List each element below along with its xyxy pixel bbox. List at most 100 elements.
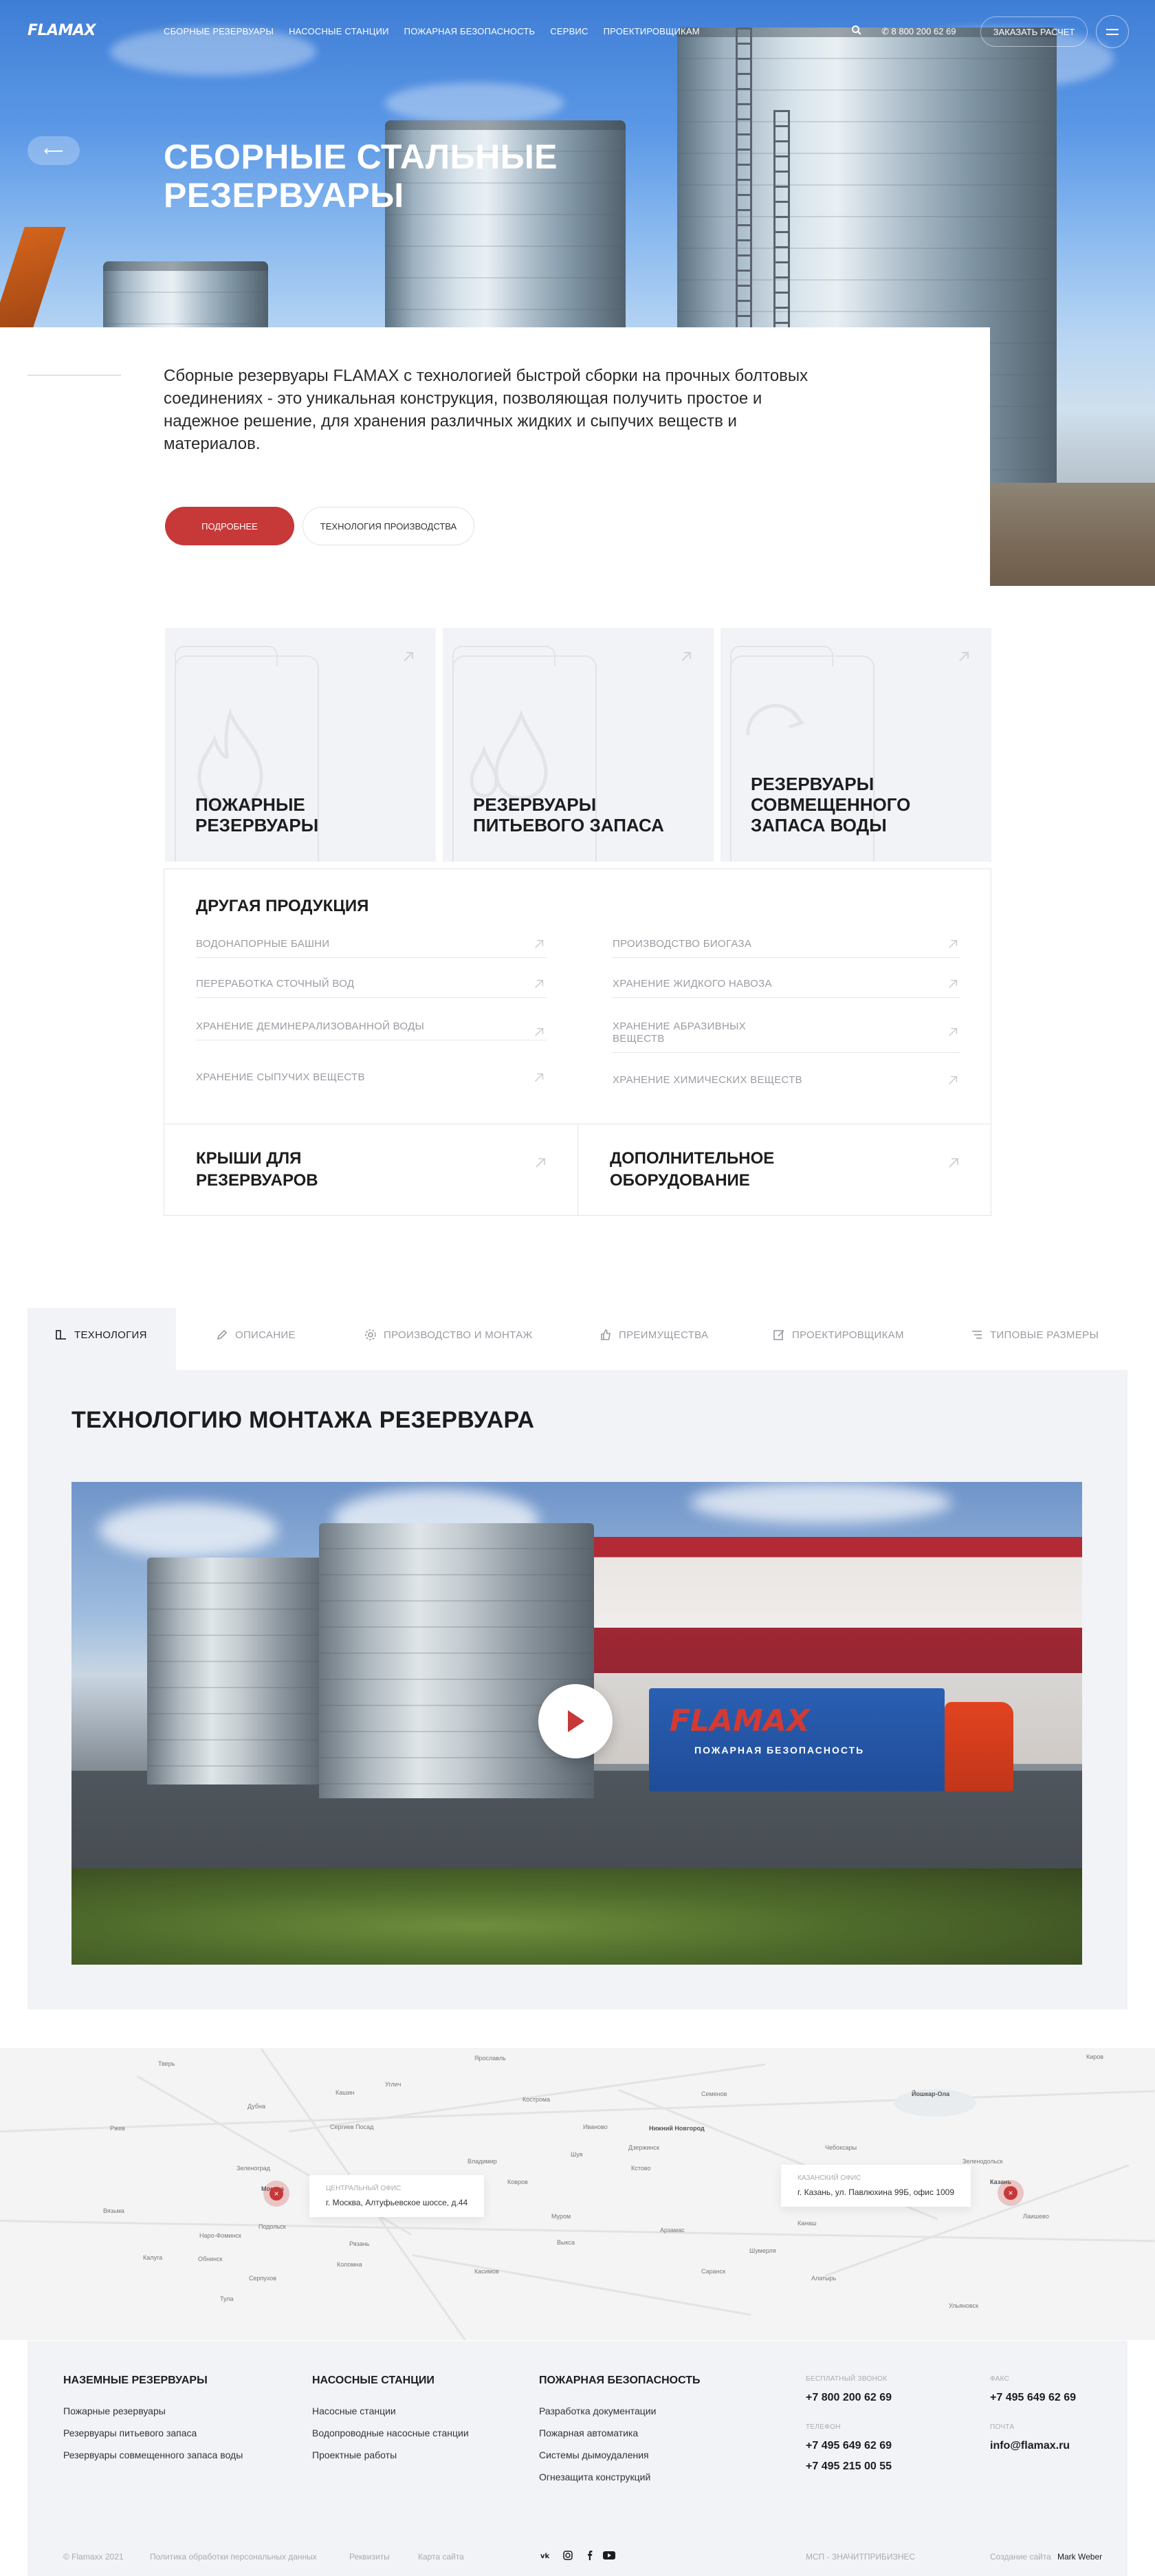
map-pin-kazan[interactable]: × [998, 2180, 1024, 2206]
production-technology-button[interactable]: ТЕХНОЛОГИЯ ПРОИЗВОДСТВА [302, 507, 474, 545]
nav-link-tanks[interactable]: СБОРНЫЕ РЕЗЕРВУАРЫ [164, 26, 274, 36]
map-city-label: Рязань [349, 2240, 370, 2247]
header-phone[interactable]: ✆ 8 800 200 62 69 [881, 26, 956, 37]
footer-link[interactable]: Огнезащита конструкций [539, 2471, 650, 2482]
map-city-label: Шуя [571, 2151, 583, 2158]
other-item-demineralized-water[interactable]: ХРАНЕНИЕ ДЕМИНЕРАЛИЗОВАННОЙ ВОДЫ [196, 1020, 547, 1040]
order-calculation-button[interactable]: ЗАКАЗАТЬ РАСЧЕТ [980, 17, 1088, 47]
phone-label: ТЕЛЕФОН [806, 2423, 841, 2431]
product-card-fire[interactable]: ПОЖАРНЫЕ РЕЗЕРВУАРЫ [165, 628, 436, 862]
free-call-phone[interactable]: +7 800 200 62 69 [806, 2392, 892, 2404]
header-phone-number: 8 800 200 62 69 [891, 26, 956, 36]
nav-link-designers[interactable]: ПРОЕКТИРОВЩИКАМ [604, 26, 700, 36]
other-item-bulk-storage[interactable]: ХРАНЕНИЕ СЫПУЧИХ ВЕЩЕСТВ [196, 1071, 547, 1091]
logo[interactable]: FLAMAX [28, 22, 96, 39]
tab-advantages[interactable]: ПРЕИМУЩЕСТВА [600, 1329, 708, 1341]
sitemap-link[interactable]: Карта сайта [418, 2552, 464, 2562]
instagram-icon[interactable] [562, 2550, 573, 2561]
map-city-label: Тула [220, 2295, 234, 2302]
arrow-up-right-icon [949, 939, 958, 948]
extra-equipment-card[interactable]: ДОПОЛНИТЕЛЬНОЕ ОБОРУДОВАНИЕ [578, 1124, 991, 1216]
footer-link[interactable]: Резервуары совмещенного запаса воды [63, 2449, 243, 2460]
other-item-label: ХРАНЕНИЕ ЖИДКОГО НАВОЗА [613, 978, 772, 990]
footer-link[interactable]: Проектные работы [312, 2449, 397, 2460]
map-city-label: Зеленоград [236, 2165, 270, 2172]
map-city-label: Зеленодольск [962, 2158, 1003, 2165]
other-item-water-towers[interactable]: ВОДОНАПОРНЫЕ БАШНИ [196, 938, 547, 958]
nav-link-pump-stations[interactable]: НАСОСНЫЕ СТАНЦИИ [289, 26, 389, 36]
privacy-policy-link[interactable]: Политика обработки персональных данных [150, 2552, 317, 2562]
footer-link[interactable]: Пожарная автоматика [539, 2427, 638, 2438]
tab-technology[interactable]: ТЕХНОЛОГИЯ [55, 1329, 147, 1341]
arrow-up-right-icon [949, 1027, 958, 1036]
roofs-card-title: КРЫШИ ДЛЯ РЕЗЕРВУАРОВ [196, 1149, 318, 1190]
youtube-icon[interactable] [602, 2550, 616, 2561]
created-by-link[interactable]: Mark Weber [1057, 2552, 1102, 2562]
nav-link-fire-safety[interactable]: ПОЖАРНАЯ БЕЗОПАСНОСТЬ [404, 26, 536, 36]
map-city-label: Кстово [631, 2165, 651, 2172]
gear-icon [365, 1329, 376, 1340]
menu-burger-icon[interactable] [1096, 15, 1129, 48]
video-tank-left [147, 1558, 326, 1784]
tab-production[interactable]: ПРОИЗВОДСТВО И МОНТАЖ [364, 1329, 533, 1341]
other-products-title: ДРУГАЯ ПРОДУКЦИЯ [196, 897, 369, 915]
other-item-liquid-manure[interactable]: ХРАНЕНИЕ ЖИДКОГО НАВОЗА [613, 978, 960, 998]
video-truck: FLAMAX ПОЖАРНАЯ БЕЗОПАСНОСТЬ [649, 1688, 945, 1791]
copyright: © Flamaxx 2021 [63, 2552, 124, 2562]
arrow-up-right-icon [949, 1158, 958, 1168]
arrow-up-right-icon [959, 652, 969, 662]
footer-col-title: ПОЖАРНАЯ БЕЗОПАСНОСТЬ [539, 2375, 701, 2386]
roofs-card[interactable]: КРЫШИ ДЛЯ РЕЗЕРВУАРОВ [164, 1124, 578, 1216]
office-label: КАЗАНСКИЙ ОФИС [798, 2174, 861, 2182]
sme-label: МСП - ЗНАЧИТПРИБИЗНЕС [806, 2552, 916, 2562]
search-icon[interactable] [851, 25, 862, 36]
other-item-biogas[interactable]: ПРОИЗВОДСТВО БИОГАЗА [613, 938, 960, 958]
phone-2[interactable]: +7 495 215 00 55 [806, 2460, 892, 2473]
facebook-icon[interactable] [584, 2550, 595, 2561]
offices-map[interactable]: Тверь Кашин Углич Ярославль Кострома Ива… [0, 2048, 1155, 2340]
other-products-panel: ДРУГАЯ ПРОДУКЦИЯ ВОДОНАПОРНЫЕ БАШНИ ПЕРЕ… [164, 869, 991, 1124]
other-item-wastewater[interactable]: ПЕРЕРАБОТКА СТОЧНЫЙ ВОД [196, 978, 547, 998]
footer-link[interactable]: Системы дымоудаления [539, 2449, 649, 2460]
tab-label: ПРЕИМУЩЕСТВА [619, 1329, 709, 1341]
back-arrow-icon[interactable]: ⟵ [28, 136, 80, 165]
arrow-up-right-icon [949, 1076, 958, 1084]
other-item-abrasive[interactable]: ХРАНЕНИЕ АБРАЗИВНЫХ ВЕЩЕСТВ [613, 1020, 960, 1053]
nav-link-service[interactable]: СЕРВИС [550, 26, 588, 36]
map-city-label: Серпухов [249, 2275, 277, 2282]
footer-link[interactable]: Разработка документации [539, 2405, 656, 2416]
other-item-chemicals[interactable]: ХРАНЕНИЕ ХИМИЧЕСКИХ ВЕЩЕСТВ [613, 1074, 960, 1093]
requisites-link[interactable]: Реквизиты [349, 2552, 390, 2562]
arrow-up-right-icon [949, 979, 958, 988]
phone-1[interactable]: +7 495 649 62 69 [806, 2440, 892, 2452]
footer-link[interactable]: Насосные станции [312, 2405, 396, 2416]
map-pin-moscow[interactable]: × [263, 2181, 289, 2207]
tab-label: ТЕХНОЛОГИЯ [74, 1329, 147, 1341]
map-city-label: Тверь [158, 2060, 175, 2067]
footer-link[interactable]: Резервуары питьевого запаса [63, 2427, 197, 2438]
footer-link[interactable]: Водопроводные насосные станции [312, 2427, 469, 2438]
footer-link[interactable]: Пожарные резервуары [63, 2405, 166, 2416]
tab-designers[interactable]: ПРОЕКТИРОВЩИКАМ [773, 1329, 904, 1341]
thumb-up-icon [601, 1329, 610, 1340]
created-by-label: Создание сайта [990, 2552, 1051, 2562]
play-button[interactable] [538, 1684, 613, 1758]
map-city-label: Кострома [522, 2096, 551, 2103]
product-card-combined[interactable]: РЕЗЕРВУАРЫ СОВМЕЩЕННОГО ЗАПАСА ВОДЫ [720, 628, 991, 862]
map-city-label: Арзамас [660, 2227, 685, 2234]
phone-icon: ✆ [881, 26, 892, 36]
other-item-label: ВОДОНАПОРНЫЕ БАШНИ [196, 938, 330, 950]
details-button[interactable]: ПОДРОБНЕЕ [165, 507, 294, 545]
office-address: г. Казань, ул. Павлюхина 99Б, офис 1009 [798, 2187, 955, 2197]
map-city-label: Владимир [468, 2158, 497, 2165]
product-card-title: ПОЖАРНЫЕ РЕЗЕРВУАРЫ [195, 794, 319, 836]
tab-sizes[interactable]: ТИПОВЫЕ РАЗМЕРЫ [971, 1329, 1099, 1341]
map-city-label: Дубна [248, 2103, 266, 2110]
tab-description[interactable]: ОПИСАНИЕ [216, 1329, 296, 1341]
vk-icon[interactable]: vk [540, 2550, 551, 2561]
svg-text:vk: vk [540, 2553, 550, 2560]
map-city-label: Киров [1086, 2053, 1104, 2060]
fax-number[interactable]: +7 495 649 62 69 [990, 2392, 1076, 2404]
mail-link[interactable]: info@flamax.ru [990, 2440, 1070, 2452]
product-card-drinking[interactable]: РЕЗЕРВУАРЫ ПИТЬЕВОГО ЗАПАСА [443, 628, 714, 862]
